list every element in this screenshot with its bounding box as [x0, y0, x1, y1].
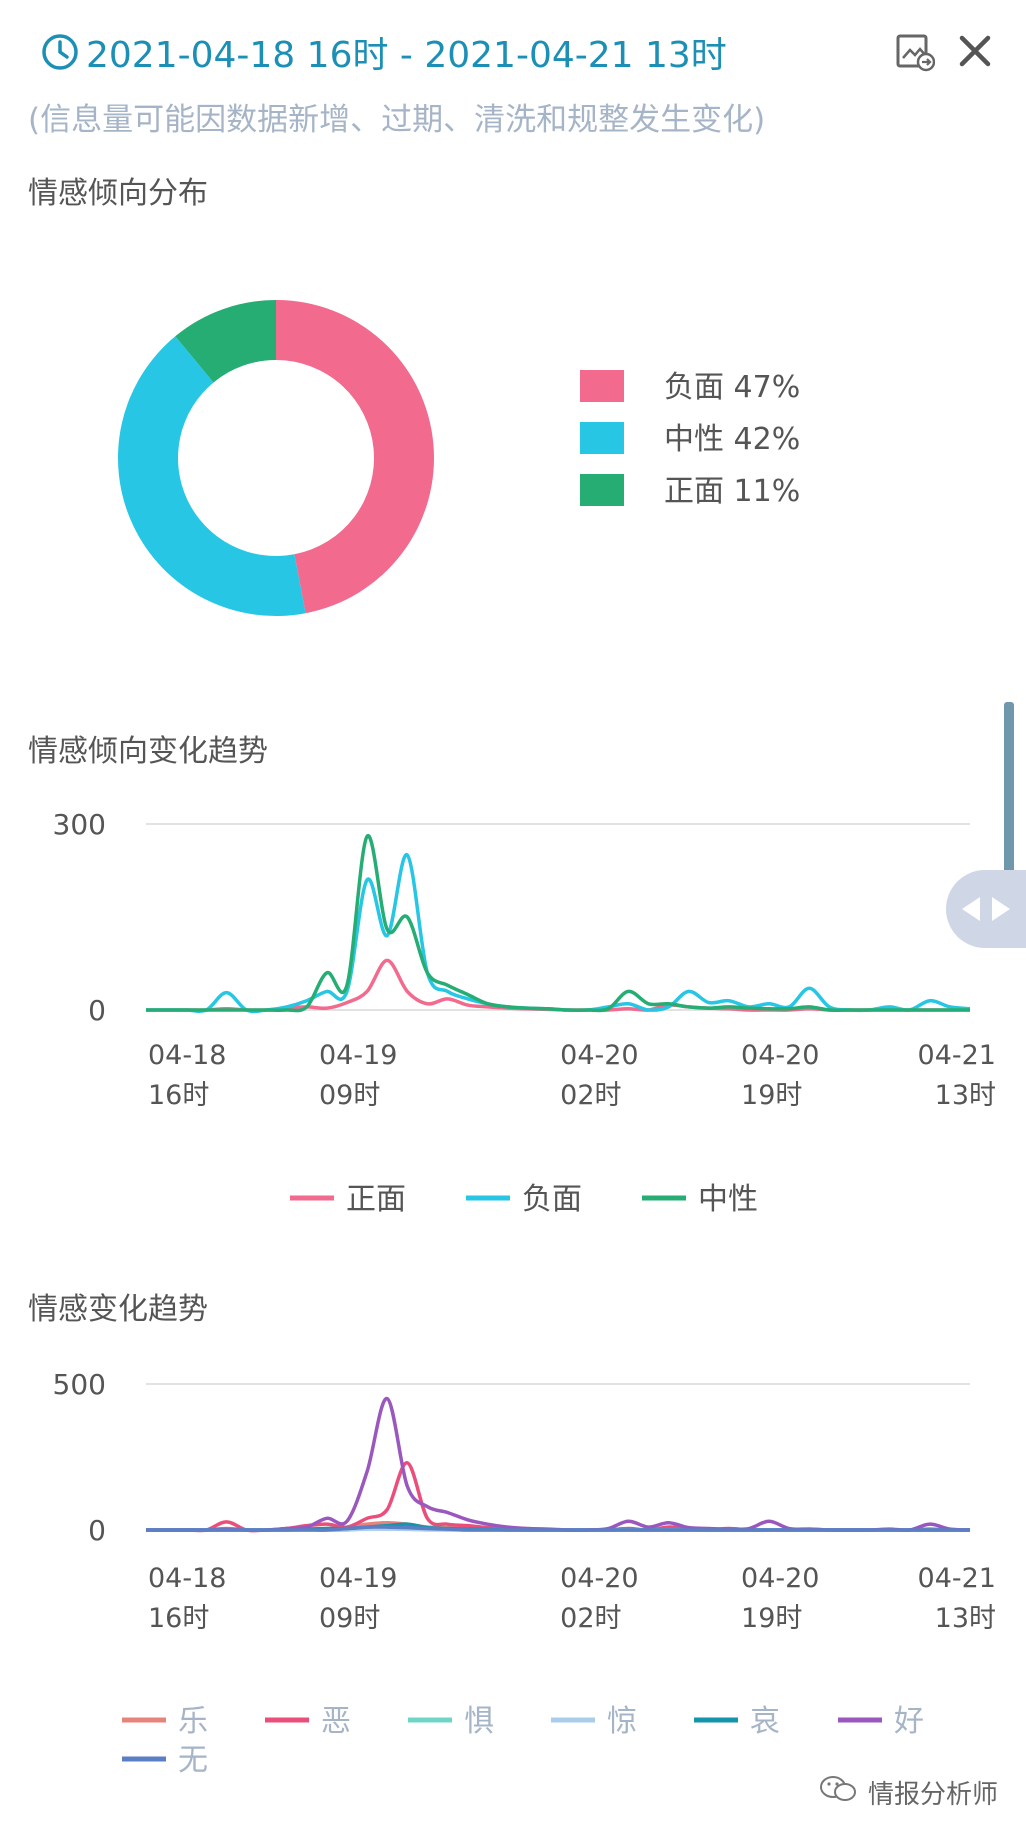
legend-swatch-正面	[580, 474, 624, 506]
clock-icon	[42, 34, 78, 70]
series-line-无[interactable]	[146, 1525, 970, 1532]
series-line-恶[interactable]	[146, 1461, 971, 1533]
x-tick-label: 16时	[148, 1080, 209, 1111]
emotion-trend-chart: 500 0 04-18 16时 04-19 09时 04-20 02时 04-20 19时 04-2…	[53, 1368, 996, 1778]
x-tick-label: 04-20	[741, 1040, 819, 1071]
x-tick-label: 04-21	[918, 1563, 996, 1594]
x-tick-label: 09时	[319, 1080, 380, 1111]
legend-swatch-负面	[580, 370, 624, 402]
polarity-trend-title: 情感倾向变化趋势	[28, 734, 268, 769]
time-range: 2021-04-18 16时 - 2021-04-21 13时	[86, 35, 727, 76]
y-tick-label: 500	[53, 1368, 106, 1401]
wechat-icon	[820, 1776, 856, 1801]
distribution-title: 情感倾向分布	[28, 176, 208, 211]
x-tick-label: 19时	[741, 1080, 802, 1111]
legend-label-中性[interactable]: 中性	[698, 1182, 758, 1217]
x-tick-label: 02时	[560, 1080, 621, 1111]
x-tick-label: 02时	[560, 1603, 621, 1634]
legend-label-惧[interactable]: 惧	[464, 1704, 494, 1739]
x-tick-label: 04-19	[319, 1040, 397, 1071]
legend-label-哀[interactable]: 哀	[750, 1704, 780, 1739]
legend-label-负面: 负面 47%	[664, 370, 800, 405]
x-tick-label: 13时	[935, 1603, 996, 1634]
x-tick-label: 19时	[741, 1603, 802, 1634]
legend-label-惊[interactable]: 惊	[607, 1704, 637, 1739]
emotion-trend-title: 情感变化趋势	[28, 1292, 208, 1327]
y-tick-label: 300	[53, 808, 106, 841]
collapse-expand-icon	[962, 897, 1010, 921]
x-tick-label: 04-20	[560, 1040, 638, 1071]
x-tick-label: 04-20	[560, 1563, 638, 1594]
close-icon[interactable]	[958, 34, 992, 68]
x-tick-label: 04-19	[319, 1563, 397, 1594]
y-tick-label: 0	[88, 994, 106, 1027]
legend-swatch-中性	[580, 422, 624, 454]
donut-slice-负面[interactable]	[276, 300, 435, 614]
x-tick-label: 04-20	[741, 1563, 819, 1594]
series-line-负面[interactable]	[145, 853, 971, 1014]
legend-label-正面: 正面 11%	[664, 474, 800, 509]
legend-label-正面[interactable]: 正面	[346, 1182, 406, 1217]
series-line-好[interactable]	[146, 1396, 971, 1532]
legend-label-无[interactable]: 无	[178, 1743, 208, 1778]
legend-label-负面[interactable]: 负面	[522, 1182, 582, 1217]
series-line-正面[interactable]	[145, 958, 970, 1012]
legend-label-中性: 中性 42%	[664, 422, 800, 457]
series-line-中性[interactable]	[145, 834, 970, 1013]
x-tick-label: 04-21	[918, 1040, 996, 1071]
watermark-text: 情报分析师	[868, 1780, 999, 1810]
legend-label-乐[interactable]: 乐	[178, 1704, 208, 1739]
panel-toggle-button[interactable]	[946, 870, 1026, 948]
donut-chart: 负面 47% 中性 42% 正面 11%	[118, 300, 800, 616]
x-tick-label: 09时	[319, 1603, 380, 1634]
export-icon[interactable]	[895, 32, 935, 72]
legend-label-恶[interactable]: 恶	[321, 1704, 351, 1739]
polarity-trend-chart: 300 0 04-18 16时 04-19 09时 04-20 02时 04-20 19时 04-2…	[53, 808, 996, 1217]
x-tick-label: 16时	[148, 1603, 209, 1634]
legend-label-好[interactable]: 好	[894, 1704, 924, 1739]
header: 2021-04-18 16时 - 2021-04-21 13时 (信息量可能因数…	[0, 0, 1026, 140]
data-note: (信息量可能因数据新增、过期、清洗和规整发生变化)	[28, 102, 766, 138]
x-tick-label: 04-18	[148, 1563, 226, 1594]
x-tick-label: 13时	[935, 1080, 996, 1111]
y-tick-label: 0	[88, 1514, 106, 1547]
x-tick-label: 04-18	[148, 1040, 226, 1071]
